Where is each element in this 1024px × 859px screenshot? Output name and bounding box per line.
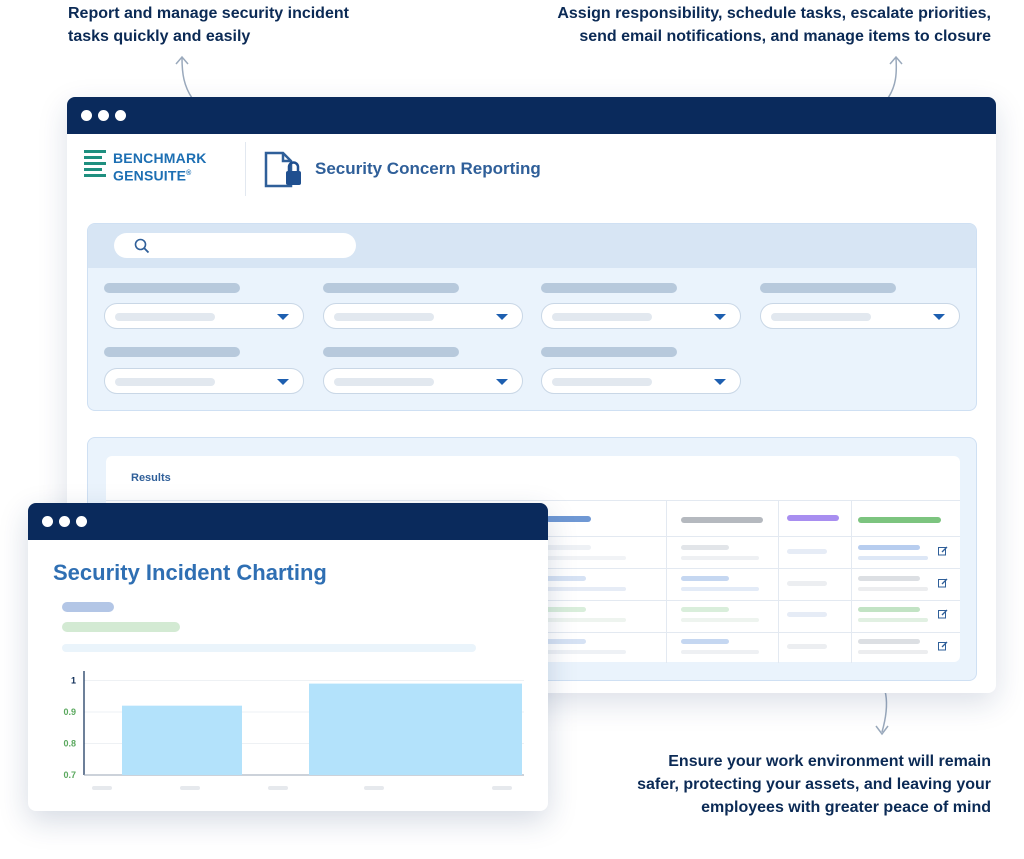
bar-chart: 1 0.9 0.8 0.7	[63, 671, 524, 790]
chart-bar	[309, 683, 522, 775]
app-header: BENCHMARK GENSUITE® Security Concern Rep…	[67, 134, 996, 214]
chevron-down-icon	[277, 314, 289, 320]
benchmark-gensuite-logo: BENCHMARK GENSUITE®	[84, 150, 234, 186]
callout-line: safer, protecting your assets, and leavi…	[637, 776, 991, 793]
y-tick-label: 0.9	[63, 707, 76, 717]
x-tick-placeholder	[180, 786, 200, 790]
chevron-down-icon	[933, 314, 945, 320]
filter-dropdown[interactable]	[541, 303, 741, 329]
chart-window: Security Incident Charting 1 0.9 0.8 0.7	[28, 503, 548, 811]
filter-label	[760, 283, 896, 293]
logo-line1: BENCHMARK	[113, 150, 207, 166]
chevron-down-icon	[496, 314, 508, 320]
callout-report-manage: Report and manage security incident task…	[68, 2, 398, 48]
window-dot-icon[interactable]	[98, 110, 109, 121]
arrow-up-left-icon	[175, 55, 193, 99]
edit-icon[interactable]	[938, 546, 948, 556]
x-tick-placeholder	[268, 786, 288, 790]
search-icon	[134, 238, 150, 254]
logo-registered-mark: ®	[186, 170, 192, 177]
search-input[interactable]	[114, 233, 356, 258]
callout-line: Ensure your work environment will remain	[668, 753, 991, 770]
chart-bar	[122, 705, 242, 775]
chevron-down-icon	[714, 314, 726, 320]
edit-icon[interactable]	[938, 578, 948, 588]
y-tick-label: 0.7	[63, 770, 76, 780]
app-title: Security Concern Reporting	[315, 159, 541, 178]
edit-icon[interactable]	[938, 609, 948, 619]
filter-label	[323, 283, 459, 293]
y-tick-label: 0.8	[63, 738, 76, 748]
chevron-down-icon	[714, 379, 726, 385]
filter-label	[104, 283, 240, 293]
callout-safer-environment: Ensure your work environment will remain…	[571, 750, 991, 819]
column-header[interactable]	[787, 515, 839, 521]
filter-label	[323, 347, 459, 357]
window-dot-icon[interactable]	[115, 110, 126, 121]
arrow-up-right-icon	[887, 55, 903, 99]
filter-dropdown[interactable]	[541, 368, 741, 394]
filter-dropdown[interactable]	[104, 368, 304, 394]
window-dot-icon[interactable]	[81, 110, 92, 121]
document-lock-icon	[264, 151, 301, 188]
x-tick-placeholder	[364, 786, 384, 790]
filter-dropdown[interactable]	[760, 303, 960, 329]
chevron-down-icon	[277, 379, 289, 385]
x-tick-placeholder	[92, 786, 112, 790]
logo-line2: GENSUITE	[113, 167, 187, 184]
callout-line: send email notifications, and manage ite…	[579, 28, 991, 45]
window-controls[interactable]	[81, 110, 126, 121]
callout-line: Report and manage security incident	[68, 5, 349, 22]
callout-line: Assign responsibility, schedule tasks, e…	[557, 5, 991, 22]
chevron-down-icon	[496, 379, 508, 385]
edit-icon[interactable]	[938, 641, 948, 651]
column-header[interactable]	[681, 517, 763, 523]
callout-assign-responsibility: Assign responsibility, schedule tasks, e…	[511, 2, 991, 48]
callout-line: employees with greater peace of mind	[701, 799, 991, 816]
filter-panel	[87, 223, 977, 411]
filter-dropdown[interactable]	[323, 303, 523, 329]
callout-line: tasks quickly and easily	[68, 28, 251, 45]
window-titlebar	[67, 97, 996, 134]
x-tick-placeholder	[492, 786, 512, 790]
filter-label	[104, 347, 240, 357]
column-header[interactable]	[546, 516, 591, 522]
header-divider	[245, 142, 246, 196]
filter-label	[541, 283, 677, 293]
filter-dropdown[interactable]	[323, 368, 523, 394]
results-label: Results	[131, 472, 171, 484]
filter-label	[541, 347, 677, 357]
column-header[interactable]	[858, 517, 941, 523]
logo-bars-icon	[84, 150, 106, 180]
filter-dropdown[interactable]	[104, 303, 304, 329]
y-tick-label: 1	[71, 675, 76, 685]
